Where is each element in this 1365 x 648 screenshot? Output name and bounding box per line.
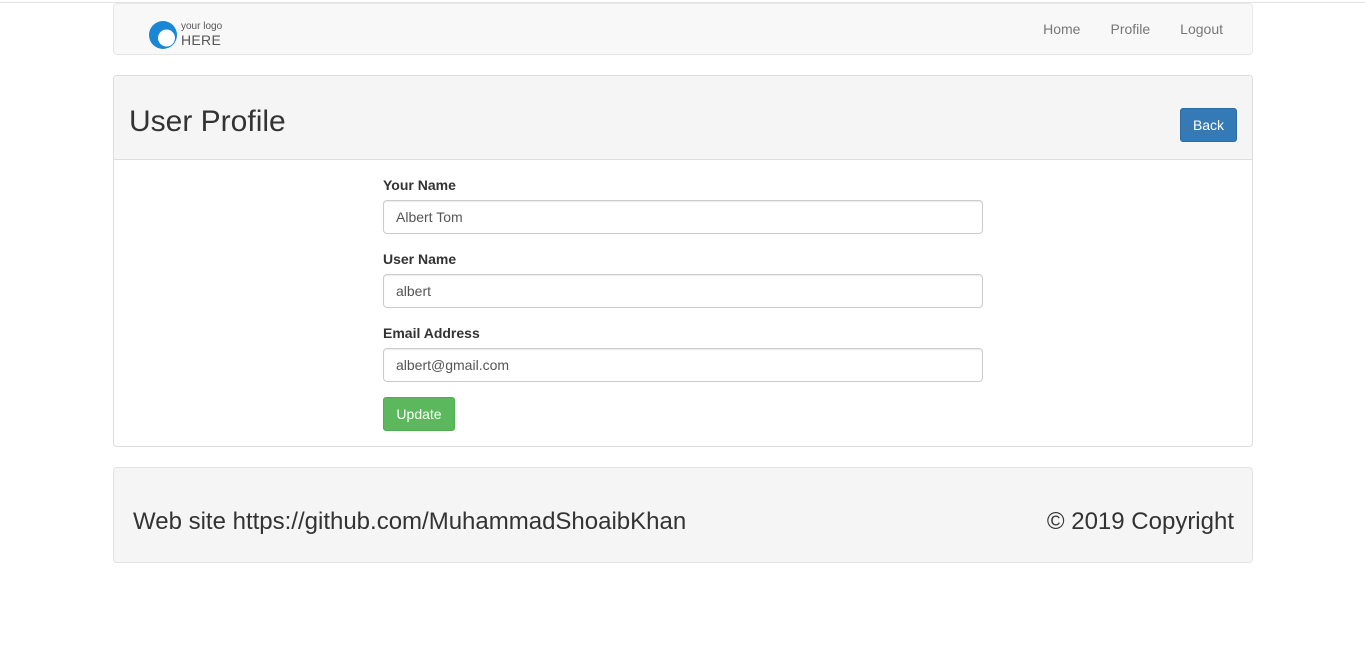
navbar: your logo HERE Home Profile Logout [113,3,1253,55]
your-name-label: Your Name [383,177,456,193]
footer: Web site https://github.com/MuhammadShoa… [113,467,1253,563]
email-label: Email Address [383,325,480,341]
logo-big-text: HERE [181,32,222,48]
footer-website-text: Web site https://github.com/MuhammadShoa… [133,508,687,535]
nav-links: Home Profile Logout [1028,4,1252,54]
profile-panel: User Profile Back Your Name User Name Em… [113,75,1253,447]
update-button[interactable]: Update [383,397,455,431]
footer-copyright-text: © 2019 Copyright [1046,508,1234,535]
panel-heading: User Profile Back [114,76,1252,160]
logo-small-text: your logo [181,21,223,32]
user-name-input[interactable] [383,274,983,308]
logo-circle-icon [149,21,177,49]
your-name-input[interactable] [383,200,983,234]
nav-link-logout[interactable]: Logout [1165,4,1252,54]
user-name-label: User Name [383,251,457,267]
email-input[interactable] [383,348,983,382]
nav-link-home[interactable]: Home [1028,4,1095,54]
page-title: User Profile [129,105,286,138]
logo[interactable]: your logo HERE [148,19,228,49]
nav-link-profile[interactable]: Profile [1095,4,1165,54]
back-button[interactable]: Back [1180,108,1237,142]
